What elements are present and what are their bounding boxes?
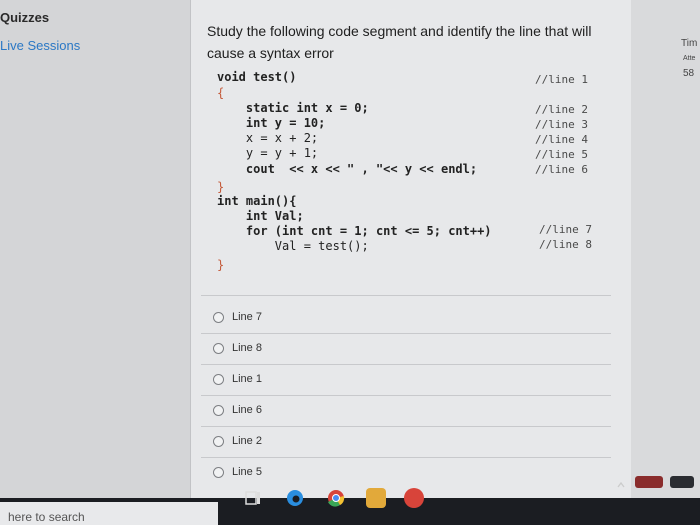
tray-icons[interactable] (635, 476, 663, 488)
edge-browser-icon[interactable] (285, 488, 305, 508)
comment-line-2: //line 2 (535, 103, 588, 116)
chrome-icon[interactable] (326, 488, 346, 508)
comment-line-4: //line 4 (535, 133, 588, 146)
taskbar-search-box[interactable]: here to search (0, 502, 218, 525)
divider (201, 333, 611, 334)
option-line-6[interactable]: Line 6 (213, 404, 262, 416)
radio-button[interactable] (213, 342, 224, 354)
code-line-7: cout << x << " , "<< y << endl; (217, 162, 478, 176)
divider (201, 457, 611, 458)
sidebar: Quizzes Live Sessions (0, 0, 190, 500)
option-label: Line 7 (232, 311, 262, 323)
code-line-1: void test() (217, 70, 297, 84)
option-label: Line 2 (232, 435, 262, 447)
timer-value: 58 (683, 68, 695, 79)
timer-panel: Tim Atte 58 (631, 0, 700, 500)
code-block: void test() { static int x = 0; int y = … (191, 0, 592, 336)
sidebar-title: Quizzes (0, 10, 50, 25)
pinned-app-icon[interactable] (404, 488, 424, 508)
code-line-11: for (int cnt = 1; cnt <= 5; cnt++) (217, 224, 492, 238)
divider (201, 364, 611, 365)
code-line-10: int Val; (217, 209, 304, 223)
code-line-13: } (217, 258, 225, 272)
code-line-5: x = x + 2; (217, 131, 319, 145)
radio-button[interactable] (213, 404, 224, 416)
divider (201, 426, 611, 427)
search-placeholder: here to search (8, 510, 85, 524)
option-label: Line 8 (232, 342, 262, 354)
code-line-2: { (217, 86, 225, 100)
radio-button[interactable] (213, 466, 224, 478)
comment-line-6: //line 6 (535, 163, 588, 176)
task-view-icon[interactable] (243, 488, 263, 508)
comment-line-3: //line 3 (535, 118, 588, 131)
code-line-4: int y = 10; (217, 116, 326, 130)
attempt-label: Atte (683, 55, 696, 62)
comment-line-8: //line 8 (539, 238, 592, 251)
timer-label: Tim (681, 38, 698, 49)
option-label: Line 6 (232, 404, 262, 416)
radio-button[interactable] (213, 373, 224, 385)
code-line-12: Val = test(); (217, 239, 369, 253)
question-text: Study the following code segment and ide… (207, 23, 592, 61)
option-label: Line 1 (232, 373, 262, 385)
code-line-3: static int x = 0; (217, 101, 369, 115)
code-line-8: } (217, 180, 225, 194)
option-line-8[interactable]: Line 8 (213, 342, 262, 354)
code-line-6: y = y + 1; (217, 146, 319, 160)
radio-button[interactable] (213, 311, 224, 323)
option-line-1[interactable]: Line 1 (213, 373, 262, 385)
option-line-7[interactable]: Line 7 (213, 311, 262, 323)
radio-button[interactable] (213, 435, 224, 447)
code-line-9: int main(){ (217, 194, 297, 208)
option-line-2[interactable]: Line 2 (213, 435, 262, 447)
divider (201, 295, 611, 296)
file-explorer-icon[interactable] (366, 488, 386, 508)
option-line-5[interactable]: Line 5 (213, 466, 262, 478)
comment-line-7: //line 7 (539, 223, 592, 236)
live-sessions-link[interactable]: Live Sessions (0, 38, 80, 53)
comment-line-5: //line 5 (535, 148, 588, 161)
comment-line-1: //line 1 (535, 73, 588, 86)
divider (201, 395, 611, 396)
chevron-up-icon[interactable] (617, 476, 625, 488)
quiz-panel: Study the following code segment and ide… (190, 0, 632, 500)
option-label: Line 5 (232, 466, 262, 478)
tray-status-icons[interactable] (670, 476, 694, 488)
